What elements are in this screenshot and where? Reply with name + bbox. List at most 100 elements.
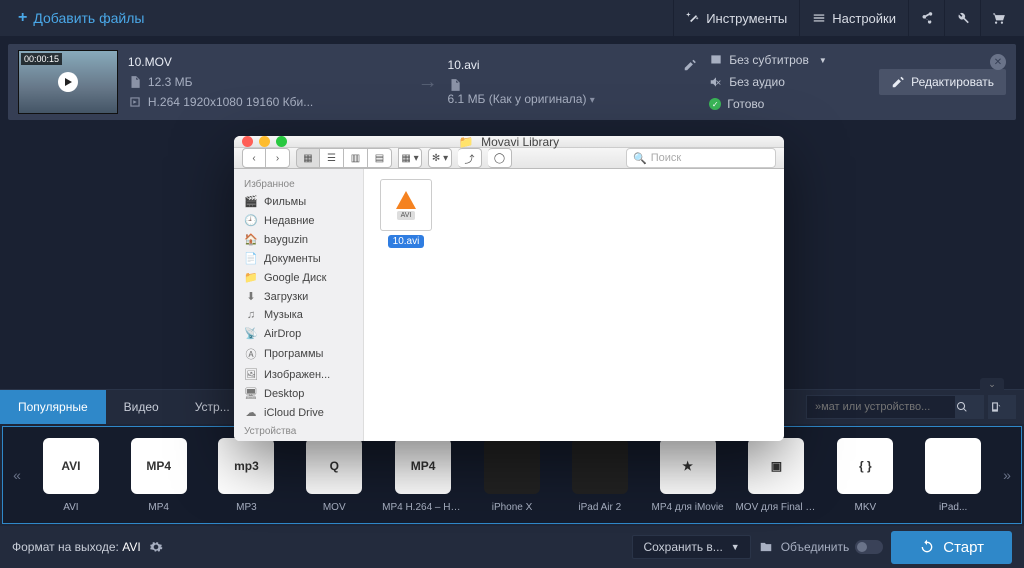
sidebar-item[interactable]: 🖼Изображен...	[234, 365, 363, 384]
detect-device-button[interactable]	[988, 395, 1016, 419]
format-card[interactable]: ▣MOV для Final Cut...	[731, 438, 821, 513]
remove-item-button[interactable]: ✕	[990, 54, 1006, 70]
format-card[interactable]: mp3MP3	[203, 438, 291, 513]
sidebar-item-label: Загрузки	[264, 291, 308, 303]
sidebar-item[interactable]: ⬇Загрузки	[234, 287, 363, 306]
arrange-button[interactable]: ▦ ▾	[398, 148, 422, 168]
sidebar-item-icon: Ⓐ	[244, 346, 258, 362]
play-icon[interactable]	[58, 72, 78, 92]
sidebar-item[interactable]: 📄Документы	[234, 249, 363, 268]
back-button[interactable]: ‹	[242, 148, 266, 168]
toggle-off-icon	[855, 540, 883, 554]
sidebar-item-icon: 🖼	[244, 368, 258, 381]
sidebar-item[interactable]: 📁Google Диск	[234, 268, 363, 287]
cart-button[interactable]	[980, 0, 1016, 36]
window-zoom-button[interactable]	[276, 136, 287, 147]
sidebar-item[interactable]: ♫Музыка	[234, 306, 363, 324]
file-icon	[128, 75, 142, 89]
settings-label: Настройки	[832, 11, 896, 26]
format-search	[806, 395, 1016, 419]
format-label: MP4	[115, 502, 203, 513]
start-button[interactable]: Старт	[891, 531, 1012, 564]
search-button[interactable]	[956, 395, 984, 419]
format-card[interactable]: iPhone X	[468, 438, 556, 513]
format-card[interactable]: { }MKV	[821, 438, 909, 513]
share-button[interactable]	[908, 0, 944, 36]
sidebar-item[interactable]: ☁iCloud Drive	[234, 403, 363, 422]
sidebar-item[interactable]: ◉Удаленный...	[234, 439, 363, 441]
sidebar-item-label: Desktop	[264, 388, 304, 400]
sidebar-item-icon: 🏠	[244, 233, 258, 246]
format-card[interactable]: AVIAVI	[27, 438, 115, 513]
format-search-input[interactable]	[806, 395, 956, 419]
cart-icon	[992, 11, 1006, 25]
view-list-button[interactable]: ☰	[320, 148, 344, 168]
sidebar-item-label: Программы	[264, 348, 323, 360]
collapse-button[interactable]: ⌄	[980, 378, 1004, 390]
audio-muted-icon	[709, 75, 723, 89]
view-columns-button[interactable]: ▥	[344, 148, 368, 168]
window-minimize-button[interactable]	[259, 136, 270, 147]
sidebar-item[interactable]: 📡AirDrop	[234, 324, 363, 343]
forward-button[interactable]: ›	[266, 148, 290, 168]
format-label: iPhone X	[468, 502, 556, 513]
folder-icon	[759, 540, 773, 554]
format-icon: { }	[837, 438, 893, 494]
subtitles-selector[interactable]: Без субтитров ▼	[709, 53, 879, 67]
action-button[interactable]: ✻ ▾	[428, 148, 452, 168]
browse-folder-button[interactable]	[759, 540, 773, 554]
sidebar-item-icon: 🖥	[244, 387, 258, 400]
file-name-label: 10.avi	[388, 235, 425, 248]
format-card[interactable]: iPad...	[909, 438, 997, 513]
sidebar-item[interactable]: Ⓐ Программы	[234, 343, 363, 365]
sidebar-item-icon: ♫	[244, 309, 258, 321]
tab-video[interactable]: Видео	[106, 390, 177, 424]
format-card[interactable]: MP4 MP4	[115, 438, 203, 513]
format-card[interactable]: QMOV	[290, 438, 378, 513]
destination-filename: 10.avi	[448, 58, 480, 72]
scroll-right-button[interactable]: »	[997, 435, 1017, 515]
scroll-left-button[interactable]: «	[7, 435, 27, 515]
tags-button[interactable]: ◯	[488, 148, 512, 168]
sidebar-item-icon: 🎬	[244, 195, 258, 208]
plus-icon: +	[18, 9, 27, 27]
sidebar-item[interactable]: 🕘Недавние	[234, 211, 363, 230]
rename-icon[interactable]	[683, 58, 697, 72]
destination-size: 6.1 МБ (Как у оригинала)	[448, 92, 587, 106]
format-card[interactable]: iPad Air 2	[556, 438, 644, 513]
view-icons-button[interactable]: ▦	[296, 148, 320, 168]
settings-button[interactable]: Настройки	[799, 0, 908, 36]
tracks-info: Без субтитров ▼ Без аудио ✓ Готово	[709, 53, 879, 111]
sidebar-item[interactable]: 🏠bayguzin	[234, 230, 363, 249]
format-icon	[484, 438, 540, 494]
finder-search[interactable]: 🔍 Поиск	[626, 148, 776, 168]
wrench-button[interactable]	[944, 0, 980, 36]
sidebar-item-icon: 🕘	[244, 214, 258, 227]
format-settings-button[interactable]	[149, 540, 163, 554]
finder-titlebar[interactable]: 📁 Movavi Library	[234, 136, 784, 148]
save-to-selector[interactable]: Сохранить в... ▼	[632, 535, 750, 559]
window-close-button[interactable]	[242, 136, 253, 147]
format-label: AVI	[27, 502, 115, 513]
sidebar-item-label: AirDrop	[264, 328, 301, 340]
tab-popular[interactable]: Популярные	[0, 390, 106, 424]
video-thumbnail[interactable]: 00:00:15	[18, 50, 118, 114]
format-icon: MP4	[131, 438, 187, 494]
merge-toggle[interactable]: Объединить	[781, 540, 884, 554]
view-gallery-button[interactable]: ▤	[368, 148, 392, 168]
format-card[interactable]: MP4MP4 H.264 – HD 7...	[378, 438, 468, 513]
sidebar-item[interactable]: 🖥 Desktop	[234, 384, 363, 403]
sidebar-item[interactable]: 🎬Фильмы	[234, 192, 363, 211]
finder-content[interactable]: AVI 10.avi	[364, 169, 784, 441]
edit-button[interactable]: Редактировать	[879, 69, 1006, 95]
tools-button[interactable]: Инструменты	[673, 0, 799, 36]
format-card[interactable]: ★MP4 для iMovie	[644, 438, 732, 513]
file-icon	[448, 78, 462, 92]
add-files-button[interactable]: + Добавить файлы	[8, 3, 154, 33]
share-button[interactable]: ⤴	[458, 148, 482, 168]
audio-selector[interactable]: Без аудио	[709, 75, 879, 89]
chevron-down-icon[interactable]: ▾	[590, 95, 595, 106]
finder-sidebar: Избранное 🎬Фильмы🕘Недавние🏠bayguzin📄Доку…	[234, 169, 364, 441]
format-icon: ★	[660, 438, 716, 494]
file-item[interactable]: AVI 10.avi	[374, 179, 438, 248]
